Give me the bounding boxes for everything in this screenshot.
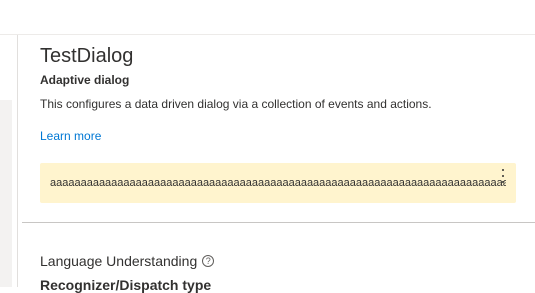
warning-field-text: aaaaaaaaaaaaaaaaaaaaaaaaaaaaaaaaaaaaaaaa… <box>50 177 506 189</box>
top-bar <box>0 0 535 35</box>
language-understanding-label: Language Understanding <box>40 253 198 269</box>
recognizer-type-label: Recognizer/Dispatch type <box>40 277 212 293</box>
learn-more-link[interactable]: Learn more <box>40 129 101 143</box>
language-understanding-heading: Language Understanding ? <box>40 253 215 269</box>
help-circle-icon[interactable]: ? <box>202 255 215 267</box>
properties-panel: TestDialog Adaptive dialog This configur… <box>18 35 535 293</box>
left-navigation-pane <box>0 35 17 287</box>
section-divider <box>22 222 535 223</box>
more-vertical-icon[interactable] <box>498 169 508 183</box>
warning-field[interactable]: aaaaaaaaaaaaaaaaaaaaaaaaaaaaaaaaaaaaaaaa… <box>40 163 516 203</box>
left-pane-scroll-area <box>0 100 12 287</box>
dialog-title: TestDialog <box>40 45 134 67</box>
dialog-description: This configures a data driven dialog via… <box>40 97 432 111</box>
dialog-subtitle: Adaptive dialog <box>40 73 130 87</box>
